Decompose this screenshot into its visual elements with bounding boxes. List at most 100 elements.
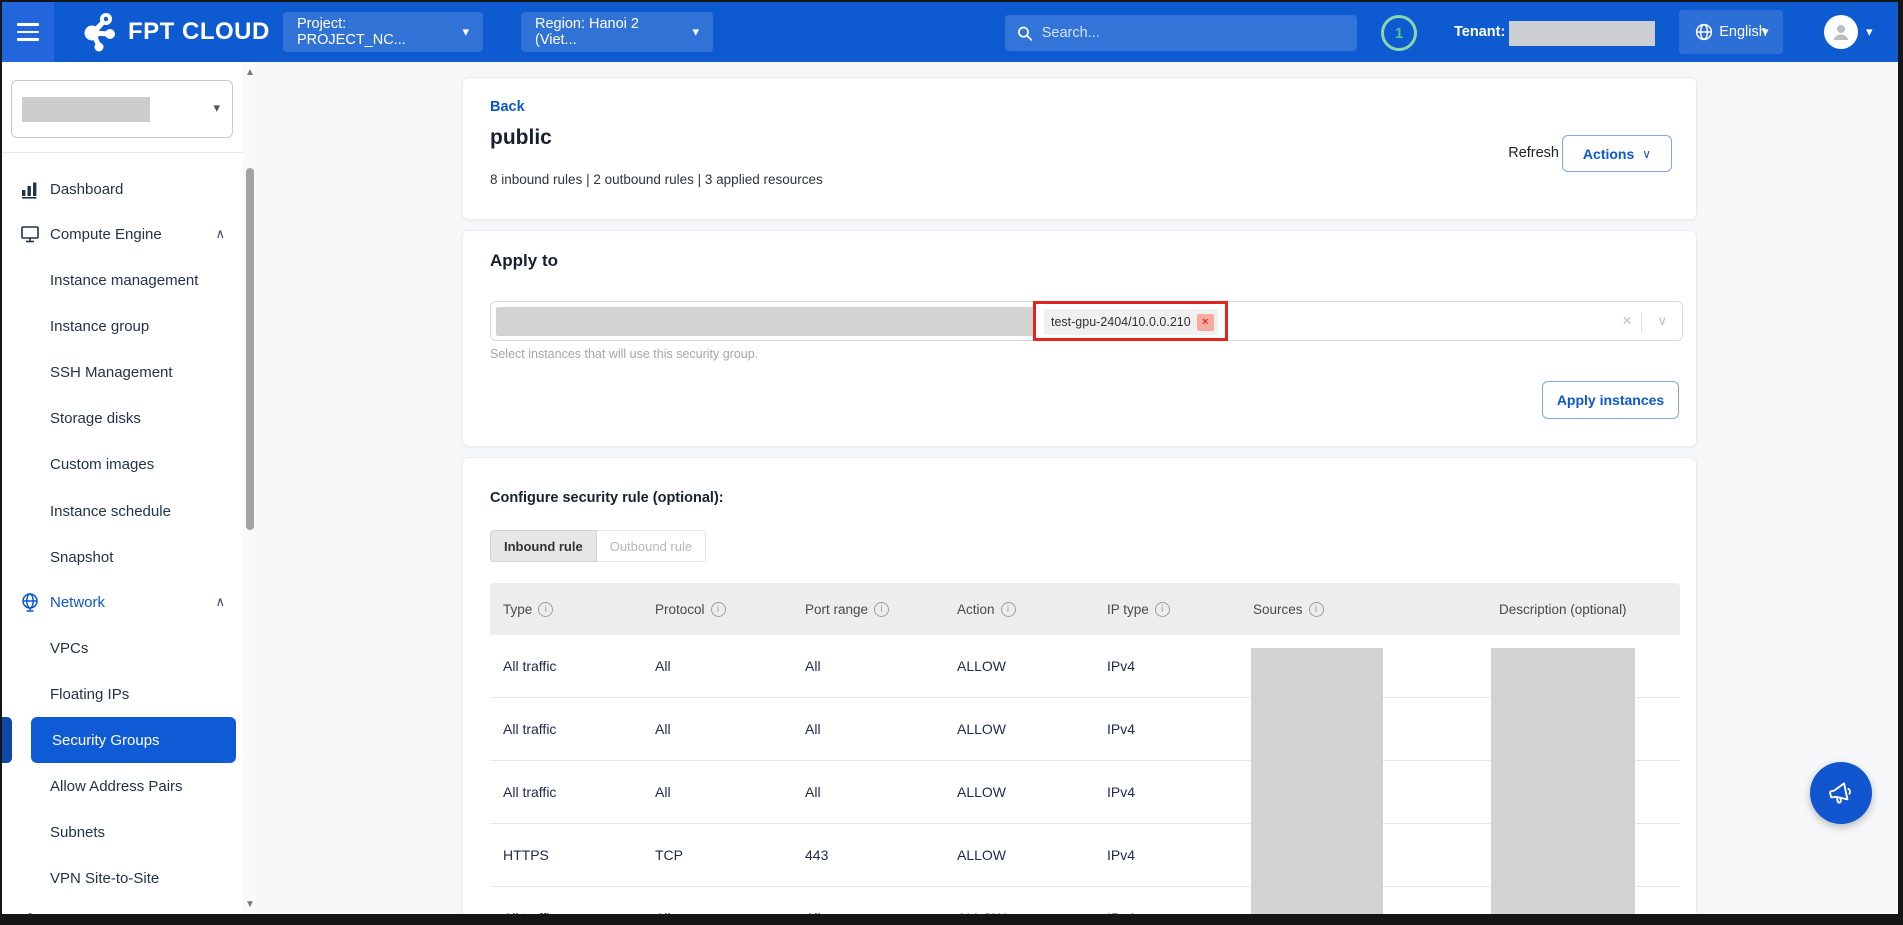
chevron-up-icon: ∧ bbox=[215, 594, 225, 610]
shield-icon bbox=[19, 912, 40, 915]
clear-selection-icon[interactable]: × bbox=[1622, 312, 1632, 330]
info-icon[interactable]: i bbox=[711, 602, 726, 617]
page-title: public bbox=[490, 126, 552, 150]
sidebar-item-instance-schedule[interactable]: Instance schedule bbox=[2, 488, 243, 534]
sidebar-item-instance-management[interactable]: Instance management bbox=[2, 257, 243, 303]
sidebar-item-vpcs[interactable]: VPCs bbox=[2, 625, 243, 671]
info-icon[interactable]: i bbox=[874, 602, 889, 617]
globe-icon bbox=[19, 592, 40, 613]
multiselect-helper-text: Select instances that will use this secu… bbox=[490, 347, 758, 361]
sidebar-item-ddos-protection[interactable]: DDoS Protection bbox=[2, 899, 243, 914]
sidebar-item-custom-images[interactable]: Custom images bbox=[2, 441, 243, 487]
apply-instances-label: Apply instances bbox=[1557, 392, 1664, 408]
sidebar-item-instance-group[interactable]: Instance group bbox=[2, 303, 243, 349]
col-ip-type: IP typei bbox=[1094, 602, 1240, 617]
sidebar-item-subnets[interactable]: Subnets bbox=[2, 809, 243, 855]
selected-instances-redacted bbox=[496, 307, 1036, 336]
col-action: Actioni bbox=[944, 602, 1094, 617]
caret-down-icon: ▾ bbox=[462, 24, 469, 40]
project-selector[interactable]: Project: PROJECT_NC... ▾ bbox=[283, 12, 483, 52]
tenant-label: Tenant: bbox=[1454, 24, 1505, 40]
apply-to-heading: Apply to bbox=[490, 251, 558, 271]
apply-instances-button[interactable]: Apply instances bbox=[1542, 381, 1679, 419]
tenant-name-redacted bbox=[1509, 21, 1655, 46]
sidebar-item-security-groups[interactable]: Security Groups bbox=[31, 717, 236, 763]
notification-count: 1 bbox=[1395, 25, 1403, 42]
security-rules-card: Configure security rule (optional): Inbo… bbox=[462, 457, 1697, 914]
sidebar-item-storage-disks[interactable]: Storage disks bbox=[2, 395, 243, 441]
info-icon[interactable]: i bbox=[538, 602, 553, 617]
refresh-button[interactable]: Refresh bbox=[1508, 145, 1559, 161]
globe-icon bbox=[1695, 23, 1713, 41]
chevron-down-icon: ∨ bbox=[1642, 147, 1651, 161]
brand-logo[interactable]: FPT CLOUD bbox=[74, 2, 270, 62]
remove-tag-icon[interactable]: × bbox=[1197, 314, 1214, 331]
sidebar-item-vpn-site-to-site[interactable]: VPN Site-to-Site bbox=[2, 855, 243, 901]
caret-down-icon[interactable]: ▾ bbox=[1762, 24, 1769, 40]
description-column-redacted bbox=[1491, 648, 1635, 914]
scroll-down-icon[interactable]: ▼ bbox=[245, 900, 255, 910]
search-input[interactable] bbox=[1042, 25, 1345, 41]
workspace-selector[interactable]: ▾ bbox=[11, 80, 233, 138]
rules-table-header: Typei Protocoli Port rangei Actioni IP t… bbox=[490, 583, 1680, 635]
notification-badge[interactable]: 1 bbox=[1381, 15, 1417, 51]
sidebar-item-compute-engine[interactable]: Compute Engine ∧ bbox=[2, 211, 243, 257]
back-link[interactable]: Back bbox=[490, 99, 525, 115]
col-port-range: Port rangei bbox=[792, 602, 944, 617]
region-selector-label: Region: Hanoi 2 (Viet... bbox=[535, 16, 674, 48]
tab-outbound-rule[interactable]: Outbound rule bbox=[597, 530, 706, 562]
input-divider bbox=[1641, 312, 1642, 332]
active-item-indicator bbox=[2, 717, 12, 763]
col-protocol: Protocoli bbox=[642, 602, 792, 617]
sidebar-scrollbar[interactable]: ▲ ▼ bbox=[243, 62, 257, 914]
person-icon bbox=[1830, 21, 1852, 43]
search-icon bbox=[1017, 25, 1033, 42]
sidebar-item-floating-ips[interactable]: Floating IPs bbox=[2, 671, 243, 717]
caret-down-icon: ▾ bbox=[213, 100, 220, 116]
caret-down-icon[interactable]: ▾ bbox=[1866, 24, 1873, 40]
main-content: Back public 8 inbound rules | 2 outbound… bbox=[257, 62, 1898, 914]
global-search bbox=[1005, 15, 1357, 51]
bar-chart-icon bbox=[19, 179, 40, 200]
sources-column-redacted bbox=[1251, 648, 1383, 914]
app-screen: FPT CLOUD Project: PROJECT_NC... ▾ Regio… bbox=[2, 2, 1898, 914]
sidebar: ▾ Dashboard Compute Engine ∧ Instance ma… bbox=[2, 62, 243, 914]
caret-down-icon: ▾ bbox=[692, 24, 699, 40]
sidebar-divider bbox=[2, 152, 243, 153]
region-selector[interactable]: Region: Hanoi 2 (Viet... ▾ bbox=[521, 12, 713, 52]
user-avatar[interactable] bbox=[1824, 15, 1858, 49]
scrollbar-thumb[interactable] bbox=[246, 168, 254, 530]
fpt-cloud-logo-icon bbox=[74, 9, 120, 55]
instances-multiselect[interactable]: test-gpu-2404/10.0.0.210 × × ∨ bbox=[490, 301, 1683, 341]
chevron-up-icon: ∧ bbox=[215, 226, 225, 242]
hamburger-menu-button[interactable] bbox=[2, 2, 54, 62]
actions-button-label: Actions bbox=[1583, 146, 1634, 162]
info-icon[interactable]: i bbox=[1309, 602, 1324, 617]
sidebar-item-allow-address-pairs[interactable]: Allow Address Pairs bbox=[2, 763, 243, 809]
brand-name: FPT CLOUD bbox=[128, 18, 270, 46]
announcements-fab[interactable] bbox=[1810, 762, 1872, 824]
instance-tag-label: test-gpu-2404/10.0.0.210 bbox=[1051, 315, 1191, 329]
scroll-up-icon[interactable]: ▲ bbox=[245, 68, 255, 78]
top-navbar: FPT CLOUD Project: PROJECT_NC... ▾ Regio… bbox=[2, 2, 1898, 62]
info-icon[interactable]: i bbox=[1001, 602, 1016, 617]
col-sources: Sourcesi bbox=[1240, 602, 1486, 617]
monitor-icon bbox=[19, 224, 40, 245]
actions-button[interactable]: Actions ∨ bbox=[1562, 135, 1672, 172]
col-type: Typei bbox=[490, 602, 642, 617]
sidebar-item-dashboard[interactable]: Dashboard bbox=[2, 166, 243, 212]
configure-rules-heading: Configure security rule (optional): bbox=[490, 490, 724, 506]
chevron-down-icon[interactable]: ∨ bbox=[1657, 313, 1667, 329]
megaphone-icon bbox=[1823, 775, 1859, 811]
sidebar-item-network[interactable]: Network ∧ bbox=[2, 579, 243, 625]
rules-summary: 8 inbound rules | 2 outbound rules | 3 a… bbox=[490, 172, 823, 187]
sidebar-item-ssh-management[interactable]: SSH Management bbox=[2, 349, 243, 395]
tab-inbound-rule[interactable]: Inbound rule bbox=[490, 530, 597, 562]
page-header-card: Back public 8 inbound rules | 2 outbound… bbox=[462, 77, 1697, 220]
rule-direction-tabs: Inbound rule Outbound rule bbox=[490, 530, 706, 562]
info-icon[interactable]: i bbox=[1155, 602, 1170, 617]
workspace-name-redacted bbox=[22, 97, 150, 122]
project-selector-label: Project: PROJECT_NC... bbox=[297, 16, 440, 48]
col-description: Description (optional) bbox=[1486, 602, 1680, 617]
sidebar-item-snapshot[interactable]: Snapshot bbox=[2, 534, 243, 580]
